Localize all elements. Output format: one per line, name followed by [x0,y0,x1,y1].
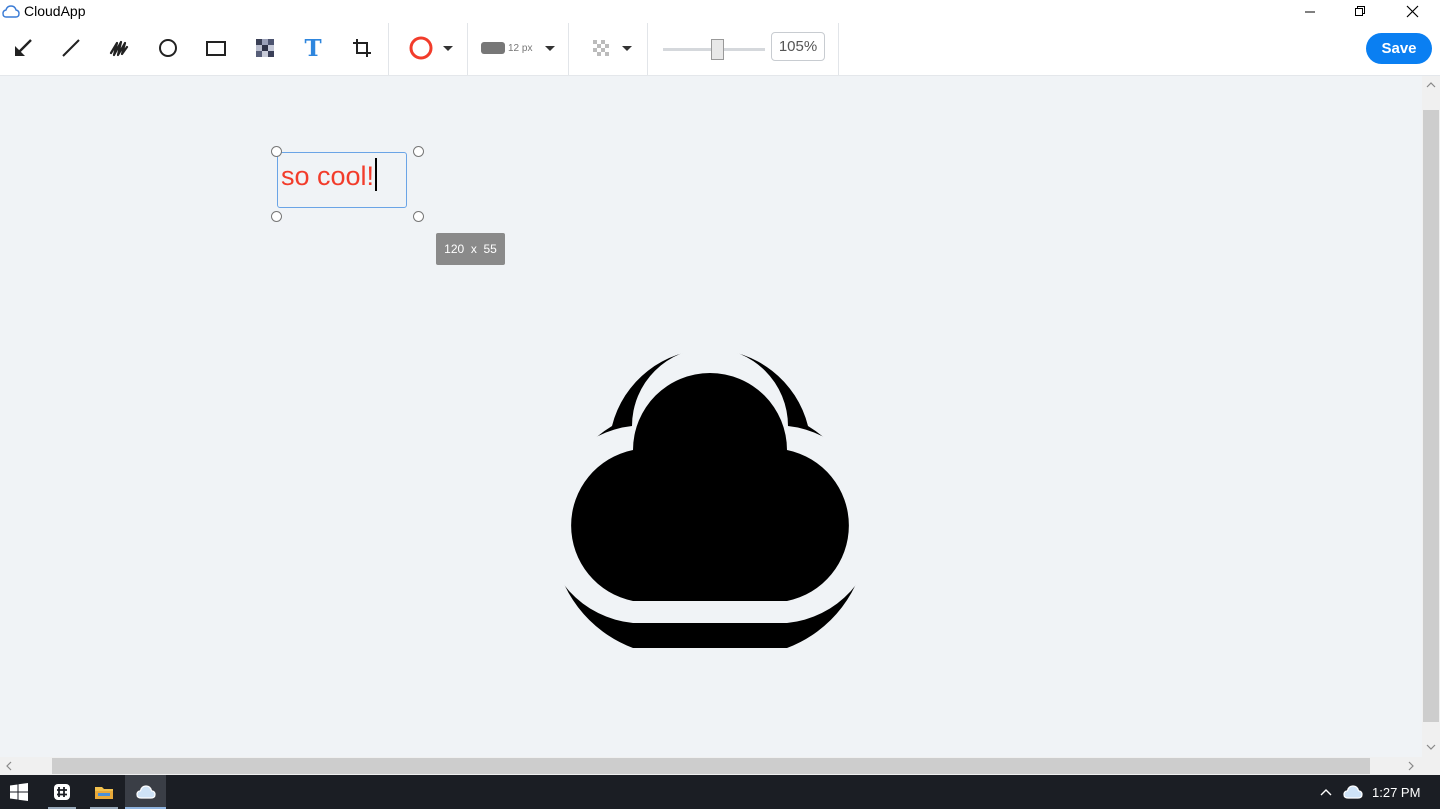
window-title: CloudApp [24,3,86,19]
scrollbar-corner [1422,757,1440,775]
zoom-level-input[interactable]: 105% [771,32,825,61]
chevron-up-icon [1320,789,1332,796]
line-icon [62,39,80,57]
system-clock[interactable]: 1:27 PM [1372,785,1420,800]
annotation-toolbar: T 12 px 105% [0,23,1440,76]
freehand-tool[interactable] [99,25,139,71]
ellipse-icon [159,39,177,57]
restore-icon [1355,6,1365,16]
arrow-tool[interactable] [3,25,43,71]
save-button[interactable]: Save [1366,33,1432,64]
editor-canvas[interactable] [0,76,1422,757]
text-annotation[interactable]: so cool! [281,158,378,192]
line-tool[interactable] [51,25,91,71]
opacity-picker[interactable] [580,25,642,71]
text-annotation-content: so cool! [281,161,375,191]
text-cursor [375,158,378,191]
scroll-right-icon [1408,761,1414,771]
rectangle-tool[interactable] [196,25,236,71]
slack-app[interactable] [44,775,80,809]
chevron-down-icon [622,45,632,51]
tray-cloudapp[interactable] [1341,775,1365,809]
scroll-down-icon [1426,744,1436,750]
text-icon: T [304,34,322,62]
toolbar-divider [647,23,648,75]
ellipse-tool[interactable] [148,25,188,71]
vertical-scroll-thumb[interactable] [1423,110,1439,722]
resize-handle-bottom-left[interactable] [271,211,282,222]
toolbar-divider [388,23,389,75]
chevron-down-icon [545,46,555,51]
file-explorer[interactable] [86,775,122,809]
scroll-left-icon [6,761,12,771]
horizontal-scroll-thumb[interactable] [52,758,1370,774]
pixelate-tool[interactable] [245,25,285,71]
cloudapp-logo [543,348,877,648]
toolbar-divider [838,23,839,75]
stroke-swatch-icon [481,42,505,54]
color-picker[interactable] [398,25,462,71]
horizontal-scrollbar[interactable] [0,757,1422,775]
crop-tool[interactable] [342,25,382,71]
title-bar: CloudApp [0,0,1440,23]
taskbar: 1:27 PM [0,775,1440,809]
stroke-size-label: 12 px [508,43,533,54]
resize-handle-top-right[interactable] [413,146,424,157]
crop-icon [353,39,371,57]
pixelate-icon [256,39,274,57]
close-icon [1406,5,1418,17]
windows-start-icon [10,783,28,801]
chevron-down-icon [442,45,453,51]
folder-icon [95,787,113,799]
text-annotation-box[interactable]: so cool! [277,152,407,208]
show-hidden-icons[interactable] [1314,775,1338,809]
toolbar-divider [568,23,569,75]
cloud-icon [1343,785,1363,799]
arrow-icon [15,39,32,56]
restore-button[interactable] [1337,0,1383,22]
text-tool[interactable]: T [293,25,333,71]
start-button[interactable] [0,775,38,809]
resize-handle-bottom-right[interactable] [413,211,424,222]
cloudapp[interactable] [125,775,166,809]
scroll-up-icon [1426,82,1436,88]
zoom-slider-thumb[interactable] [710,39,724,60]
minimize-icon [1305,11,1315,13]
checkerboard-icon [593,40,609,56]
scribble-icon [109,40,129,57]
dimension-tooltip: 120 x 55 [436,233,505,265]
rectangle-icon [206,41,226,56]
minimize-button[interactable] [1287,0,1333,22]
cloudapp-logo-icon [2,5,20,18]
vertical-scrollbar[interactable] [1422,76,1440,757]
slack-icon [54,784,70,800]
cloud-icon [135,785,156,799]
resize-handle-top-left[interactable] [271,146,282,157]
close-button[interactable] [1389,0,1435,22]
color-circle-icon [409,36,432,60]
toolbar-divider [467,23,468,75]
